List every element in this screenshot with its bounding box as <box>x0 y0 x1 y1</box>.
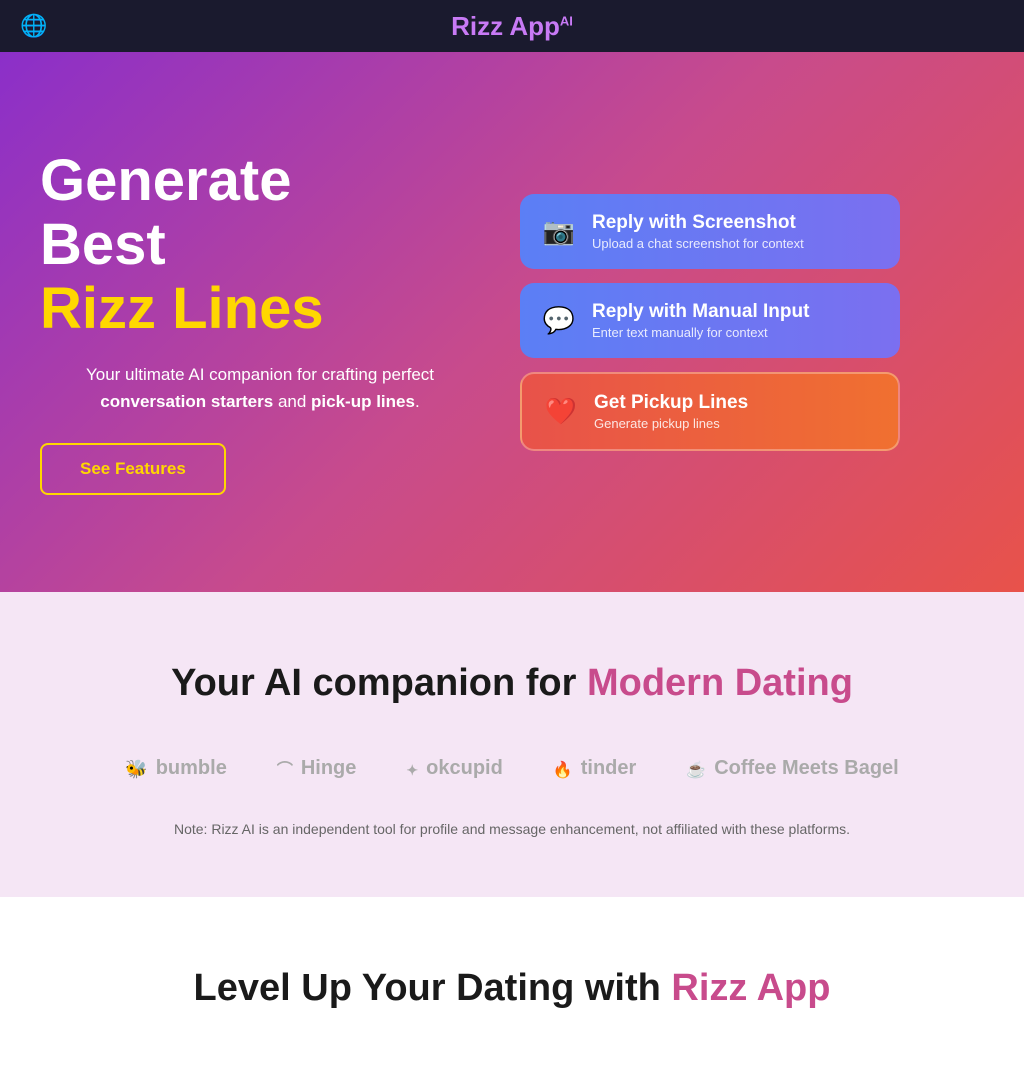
hero-description: Your ultimate AI companion for crafting … <box>40 361 480 415</box>
screenshot-card-text: Reply with Screenshot Upload a chat scre… <box>592 212 804 251</box>
hinge-icon <box>277 755 293 781</box>
hinge-label: Hinge <box>301 757 357 780</box>
manual-card-text: Reply with Manual Input Enter text manua… <box>592 301 809 340</box>
levelup-heading-colored: Rizz App <box>671 967 830 1009</box>
platform-okcupid: okcupid <box>406 755 502 781</box>
title-rizz: Rizz App <box>451 11 560 41</box>
screenshot-card-subtitle: Upload a chat screenshot for context <box>592 236 804 251</box>
levelup-heading: Level Up Your Dating with Rizz App <box>40 967 984 1010</box>
pickup-card-text: Get Pickup Lines Generate pickup lines <box>594 392 748 431</box>
screenshot-icon: 📷 <box>542 216 576 247</box>
coffee-meets-bagel-label: Coffee Meets Bagel <box>714 757 899 780</box>
pickup-card-subtitle: Generate pickup lines <box>594 416 748 431</box>
hero-desc-bold2: pick-up lines <box>311 392 415 411</box>
hero-desc-bold1: conversation starters <box>100 392 273 411</box>
platforms-heading: Your AI companion for Modern Dating <box>40 662 984 705</box>
tinder-icon <box>553 755 573 781</box>
bumble-label: bumble <box>156 757 227 780</box>
reply-screenshot-button[interactable]: 📷 Reply with Screenshot Upload a chat sc… <box>520 194 900 269</box>
see-features-button[interactable]: See Features <box>40 443 226 495</box>
levelup-section: Level Up Your Dating with Rizz App <box>0 897 1024 1080</box>
hero-heading-rizz-lines: Rizz Lines <box>40 277 480 341</box>
globe-icon[interactable]: 🌐 <box>20 13 47 39</box>
navbar: 🌐 Rizz AppAI <box>0 0 1024 52</box>
manual-icon: 💬 <box>542 305 576 336</box>
hero-desc-plain: Your ultimate AI companion for crafting … <box>86 365 434 384</box>
levelup-heading-plain: Level Up Your Dating with <box>194 967 661 1009</box>
platforms-note: Note: Rizz AI is an independent tool for… <box>40 821 984 837</box>
platforms-logos: bumble Hinge okcupid tinder Coffee Meets… <box>40 755 984 781</box>
platform-coffee-meets-bagel: Coffee Meets Bagel <box>686 755 898 781</box>
hero-section: Generate Best Rizz Lines Your ultimate A… <box>0 52 1024 592</box>
okcupid-icon <box>406 755 418 781</box>
platform-hinge: Hinge <box>277 755 357 781</box>
heart-icon: ❤️ <box>544 396 578 427</box>
hero-heading-line1: Generate <box>40 148 291 213</box>
hero-heading: Generate Best Rizz Lines <box>40 149 480 340</box>
get-pickup-lines-button[interactable]: ❤️ Get Pickup Lines Generate pickup line… <box>520 372 900 451</box>
manual-card-title: Reply with Manual Input <box>592 301 809 323</box>
hero-desc-end: . <box>415 392 420 411</box>
hero-cards: 📷 Reply with Screenshot Upload a chat sc… <box>520 194 900 451</box>
hero-desc-and: and <box>278 392 311 411</box>
platforms-section: Your AI companion for Modern Dating bumb… <box>0 592 1024 897</box>
platforms-heading-colored: Modern Dating <box>587 662 853 704</box>
app-title: Rizz AppAI <box>451 11 573 42</box>
platform-tinder: tinder <box>553 755 636 781</box>
bumble-icon <box>125 755 147 781</box>
pickup-card-title: Get Pickup Lines <box>594 392 748 414</box>
okcupid-label: okcupid <box>426 757 503 780</box>
screenshot-card-title: Reply with Screenshot <box>592 212 804 234</box>
manual-card-subtitle: Enter text manually for context <box>592 325 809 340</box>
reply-manual-button[interactable]: 💬 Reply with Manual Input Enter text man… <box>520 283 900 358</box>
coffee-meets-bagel-icon <box>686 755 706 781</box>
title-ai: AI <box>560 13 573 28</box>
hero-heading-line2: Best <box>40 212 166 277</box>
platforms-heading-plain: Your AI companion for <box>171 662 576 704</box>
hero-left: Generate Best Rizz Lines Your ultimate A… <box>40 149 480 495</box>
platform-bumble: bumble <box>125 755 227 781</box>
tinder-label: tinder <box>581 757 637 780</box>
